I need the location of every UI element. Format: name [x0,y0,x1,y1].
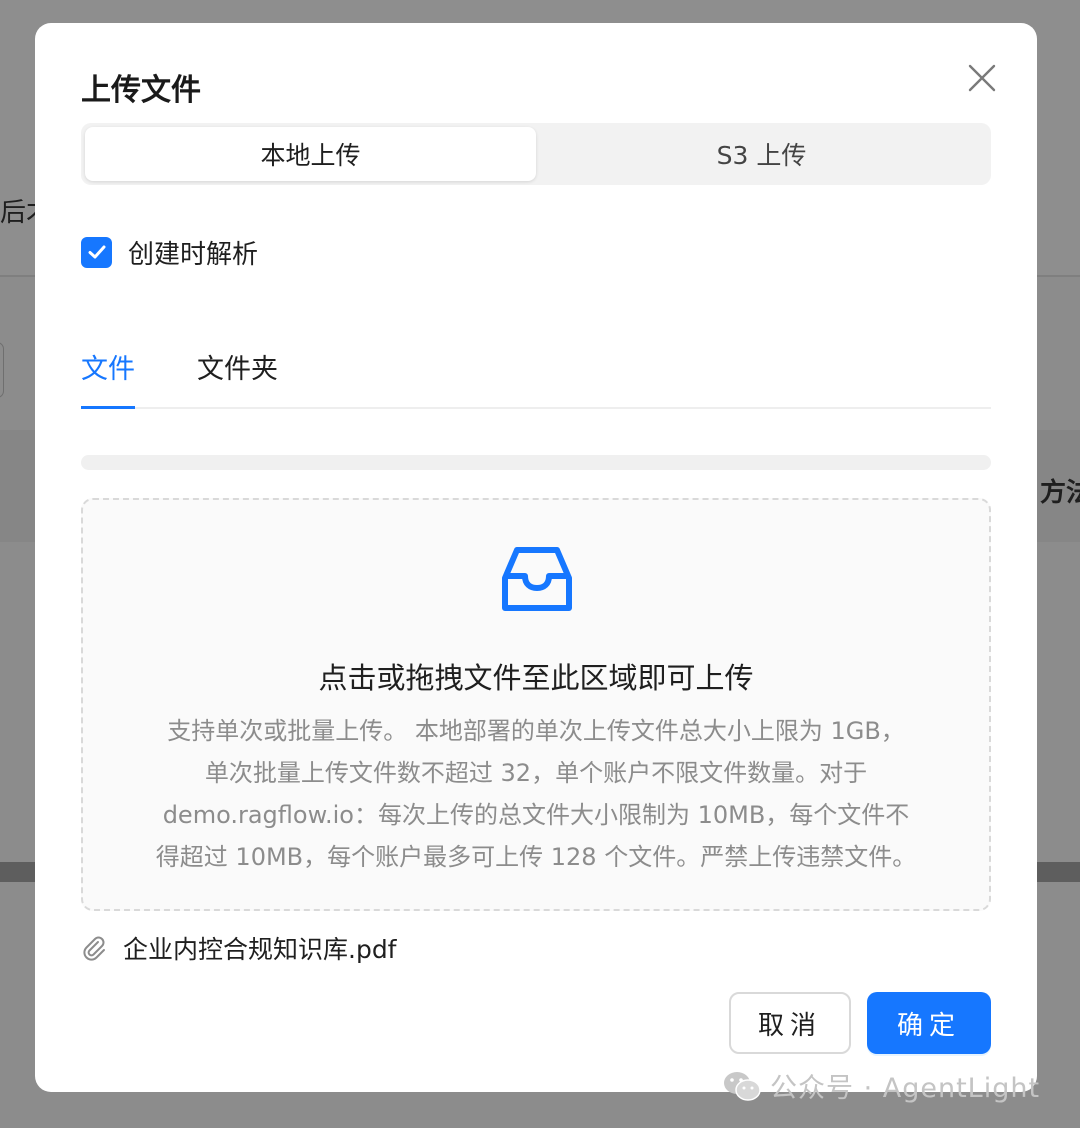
dropzone-hint-line: demo.ragflow.io：每次上传的总文件大小限制为 10MB，每个文件不 [162,801,910,829]
upload-type-tabs: 文件 文件夹 [81,341,991,409]
parse-on-create-checkbox[interactable] [81,236,112,268]
checkmark-icon [88,245,105,259]
tab-folder[interactable]: 文件夹 [197,347,278,386]
cancel-button[interactable]: 取消 [729,992,851,1054]
segment-s3-upload[interactable]: S3 上传 [536,127,987,181]
background-text-left: 后才 [0,198,35,228]
background-text-right: 方法 [1040,478,1080,508]
dropzone-hint-line: 支持单次或批量上传。 本地部署的单次上传文件总大小上限为 1GB， [167,717,905,745]
uploaded-file-item[interactable]: 企业内控合规知识库.pdf [81,928,397,968]
watermark: 公众号 · AgentLight [722,1066,1040,1105]
close-icon [968,64,996,92]
inbox-icon [502,547,572,611]
ok-button[interactable]: 确定 [867,992,991,1054]
dropzone-hint-line: 单次批量上传文件数不超过 32，单个账户不限文件数量。对于 [204,759,868,787]
dropzone-hint-line: 得超过 10MB，每个账户最多可上传 128 个文件。严禁上传违禁文件。 [155,843,917,871]
dropzone-hint: 支持单次或批量上传。 本地部署的单次上传文件总大小上限为 1GB， 单次批量上传… [103,710,969,878]
close-button[interactable] [965,61,999,95]
background-input-box [0,342,4,398]
watermark-text: 公众号 · AgentLight [770,1073,1041,1104]
segment-local-upload[interactable]: 本地上传 [85,127,536,181]
upload-file-dialog: 上传文件 本地上传 S3 上传 创建时解析 文件 文件夹 点击或拖拽文件至此区域… [35,23,1037,1092]
parse-on-create-label: 创建时解析 [128,239,259,270]
paperclip-icon [83,936,105,961]
uploaded-file-name: 企业内控合规知识库.pdf [123,935,397,964]
upload-source-segmented: 本地上传 S3 上传 [81,123,991,185]
dropzone-title: 点击或拖拽文件至此区域即可上传 [318,661,754,695]
dialog-title: 上传文件 [81,73,201,108]
upload-progress-bar [81,455,991,470]
parse-on-create-row[interactable]: 创建时解析 [81,235,259,270]
tab-file[interactable]: 文件 [81,347,135,386]
wechat-icon [724,1071,761,1101]
active-tab-indicator [81,406,135,409]
upload-dropzone[interactable]: 点击或拖拽文件至此区域即可上传 支持单次或批量上传。 本地部署的单次上传文件总大… [81,498,991,911]
